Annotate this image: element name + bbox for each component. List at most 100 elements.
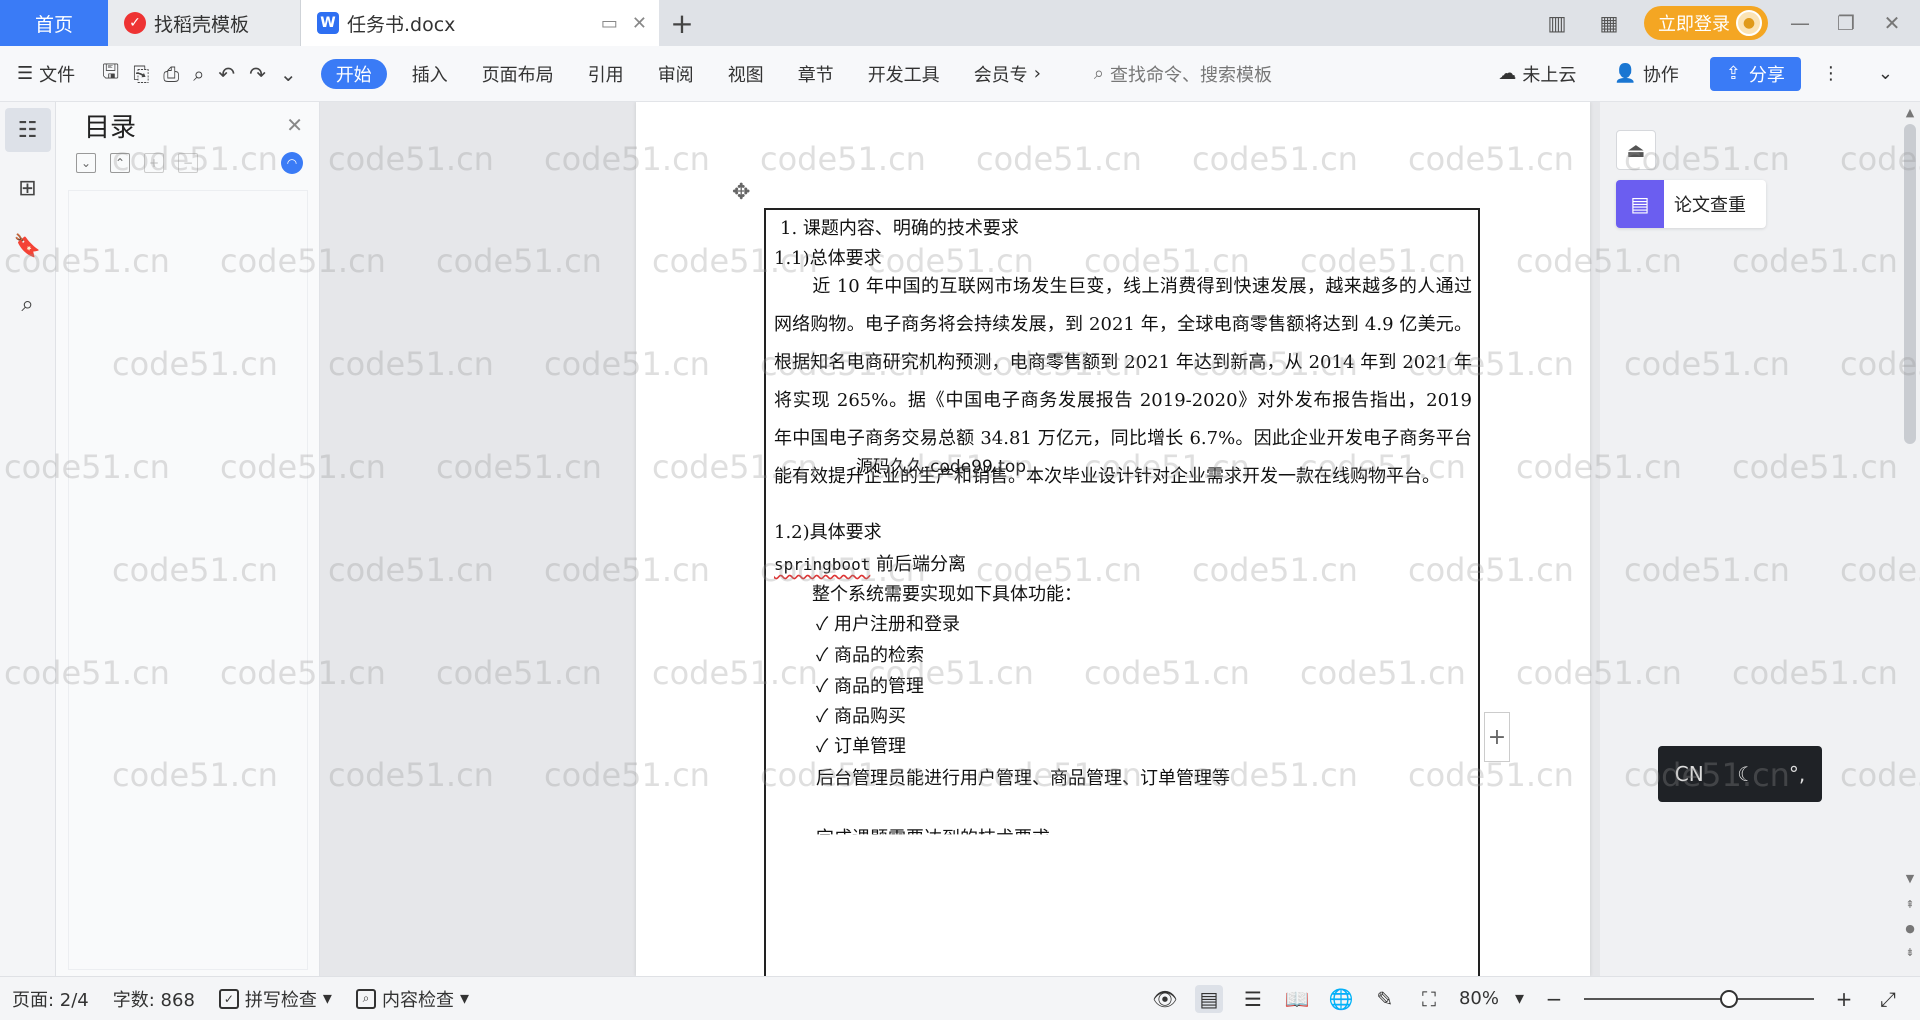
fullscreen-icon[interactable]: ⤢ — [1874, 985, 1902, 1013]
heading-1: 1. 课题内容、明确的技术要求 — [780, 218, 1019, 239]
navigation-pane-icon[interactable]: ⊞ — [5, 166, 51, 210]
ribbon-tab-references[interactable]: 引用 — [571, 46, 641, 102]
admin-text: 后台管理员能进行用户管理、商品管理、订单管理等 — [816, 768, 1230, 789]
moon-icon[interactable]: ☾ — [1737, 762, 1755, 786]
collapse-all-icon[interactable]: ⌃ — [110, 153, 130, 173]
document-canvas[interactable]: ✥ 1. 课题内容、明确的技术要求 1.1)总体要求 近 10 年中国的互联网市… — [320, 102, 1600, 976]
toc-title: 目录 — [84, 112, 137, 143]
save-icon[interactable]: 🖫 — [102, 57, 119, 91]
bookmark-icon[interactable]: 🔖 — [5, 224, 51, 268]
ribbon: ☰ 文件 🖫 ⎘ ⎙ ⌕ ↶ ↷ ⌄ 开始 插入 页面布局 引用 审阅 视图 章… — [0, 46, 1920, 102]
select-browse-icon[interactable]: ● — [1904, 922, 1916, 935]
reading-view-icon[interactable]: 📖 — [1283, 985, 1311, 1013]
write-mode-icon[interactable]: ✎ — [1371, 985, 1399, 1013]
ribbon-tab-review[interactable]: 审阅 — [641, 46, 711, 102]
tab-home[interactable]: 首页 — [0, 0, 108, 46]
feature-intro: 整个系统需要实现如下具体功能： — [812, 584, 1082, 605]
expand-all-icon[interactable]: ⌄ — [76, 153, 96, 173]
list-item: ✓ 商品的检索 — [816, 645, 925, 666]
ime-language[interactable]: CN — [1675, 762, 1704, 786]
toc-panel-icon[interactable]: ☷ — [4, 108, 51, 152]
next-heading: 完成课题需要达到的技术要求 — [816, 828, 1050, 849]
file-menu[interactable]: ☰ 文件 — [0, 46, 92, 102]
eye-protection-icon[interactable]: 👁 — [1151, 985, 1179, 1013]
collapse-ribbon-icon[interactable]: ⌄ — [1861, 46, 1910, 102]
zoom-level[interactable]: 80% — [1459, 988, 1499, 1009]
ribbon-tab-label: 视图 — [727, 64, 764, 86]
vertical-scrollbar[interactable]: ▲ ▼ ⇞ ● ⇟ — [1900, 102, 1920, 976]
zoom-slider-handle[interactable] — [1719, 989, 1738, 1008]
ribbon-tab-view[interactable]: 视图 — [711, 46, 781, 102]
ribbon-tab-developer[interactable]: 开发工具 — [851, 46, 957, 102]
ime-toolbar[interactable]: CN ☾ °, — [1658, 746, 1822, 802]
add-row-icon[interactable]: + — [1484, 712, 1510, 762]
preview-icon[interactable]: ⌕ — [193, 62, 204, 86]
command-search[interactable]: ⌕ 查找命令、搜索模板 — [1058, 61, 1272, 87]
remove-heading-icon[interactable]: − — [178, 153, 198, 173]
tab-start[interactable]: 开始 — [320, 58, 387, 89]
more-chevron-icon[interactable]: ⌄ — [280, 62, 297, 86]
cloud-status[interactable]: ☁ 未上云 — [1481, 46, 1593, 102]
scrollbar-thumb[interactable] — [1904, 124, 1916, 444]
tab-document-label: 任务书.docx — [347, 13, 456, 36]
avatar: ● — [1736, 10, 1762, 36]
spell-check-button[interactable]: ✓ 拼写检查 ▾ — [207, 986, 344, 1012]
zoom-slider[interactable] — [1584, 989, 1814, 1008]
page-indicator[interactable]: 页面: 2/4 — [0, 986, 101, 1012]
login-button[interactable]: 立即登录 ● — [1644, 6, 1768, 40]
ribbon-tab-insert[interactable]: 插入 — [395, 46, 465, 102]
docer-logo-icon: ✓ — [124, 12, 146, 34]
toc-ai-icon[interactable]: ◠ — [281, 152, 303, 174]
layout-icon[interactable]: ▥ — [1540, 10, 1574, 36]
collaborate-button[interactable]: 👤 协作 — [1597, 46, 1695, 102]
restore-icon[interactable]: ❐ — [1832, 11, 1860, 35]
more-icon[interactable]: ⋮ — [1805, 46, 1857, 102]
plagiarism-check-button[interactable]: ▤ 论文查重 — [1616, 180, 1766, 228]
subheading-overall: 1.1)总体要求 — [774, 248, 882, 269]
new-tab-button[interactable]: + — [659, 0, 705, 46]
tab-close-icon[interactable]: ✕ — [632, 13, 647, 34]
outline-view-icon[interactable]: ☰ — [1239, 985, 1267, 1013]
word-count[interactable]: 字数: 868 — [101, 986, 207, 1012]
zoom-in-icon[interactable]: + — [1830, 985, 1858, 1013]
minimize-icon[interactable]: — — [1786, 11, 1814, 35]
panel-toggle-icon[interactable]: ⏏ — [1616, 130, 1656, 170]
zoom-out-icon[interactable]: − — [1540, 985, 1568, 1013]
scroll-up-icon[interactable]: ▲ — [1904, 106, 1916, 119]
status-bar: 页面: 2/4 字数: 868 ✓ 拼写检查 ▾ ⌕ 内容检查 ▾ 👁 ▤ ☰ … — [0, 976, 1920, 1020]
toc-close-icon[interactable]: ✕ — [286, 113, 303, 137]
apps-grid-icon[interactable]: ▦ — [1592, 10, 1626, 36]
ribbon-tab-sections[interactable]: 章节 — [781, 46, 851, 102]
punctuation-icon[interactable]: °, — [1789, 762, 1805, 786]
undo-icon[interactable]: ↶ — [218, 62, 235, 86]
tab-document[interactable]: W 任务书.docx ▭ ✕ — [301, 0, 659, 46]
scroll-down-icon[interactable]: ▼ — [1904, 872, 1916, 885]
export-icon[interactable]: ⎘ — [133, 62, 149, 86]
ribbon-tab-member[interactable]: 会员专 › — [957, 46, 1058, 102]
web-view-icon[interactable]: 🌐 — [1327, 985, 1355, 1013]
hamburger-icon: ☰ — [17, 63, 34, 84]
redo-icon[interactable]: ↷ — [249, 62, 266, 86]
screen-icon[interactable]: ▭ — [601, 13, 618, 34]
task-table[interactable]: 1. 课题内容、明确的技术要求 1.1)总体要求 近 10 年中国的互联网市场发… — [764, 208, 1480, 976]
print-icon[interactable]: ⎙ — [163, 62, 179, 86]
share-icon: ⇪ — [1725, 63, 1741, 84]
zoom-dropdown-icon[interactable]: ▾ — [1515, 988, 1524, 1009]
content-check-button[interactable]: ⌕ 内容检查 ▾ — [344, 986, 481, 1012]
add-heading-icon[interactable]: + — [144, 153, 164, 173]
page-view-icon[interactable]: ▤ — [1194, 984, 1223, 1013]
ribbon-tab-layout[interactable]: 页面布局 — [465, 46, 571, 102]
share-button[interactable]: ⇪ 分享 — [1709, 56, 1801, 91]
tab-template-label: 找稻壳模板 — [154, 13, 250, 36]
tab-bar: 首页 ✓ 找稻壳模板 W 任务书.docx ▭ ✕ + ▥ ▦ 立即登录 ● —… — [0, 0, 1920, 46]
fit-page-icon[interactable]: ⛶ — [1415, 985, 1443, 1013]
find-icon[interactable]: ⌕ — [5, 282, 51, 326]
scroll-right-icon[interactable]: › — [1034, 63, 1041, 84]
next-page-icon[interactable]: ⇟ — [1904, 946, 1916, 959]
window-close-icon[interactable]: ✕ — [1878, 11, 1906, 35]
prev-page-icon[interactable]: ⇞ — [1904, 898, 1916, 911]
dropdown-icon: ▾ — [322, 988, 332, 1009]
tab-template[interactable]: ✓ 找稻壳模板 — [108, 0, 301, 46]
collaborate-label: 协作 — [1642, 64, 1679, 86]
table-move-handle-icon[interactable]: ✥ — [732, 180, 758, 206]
